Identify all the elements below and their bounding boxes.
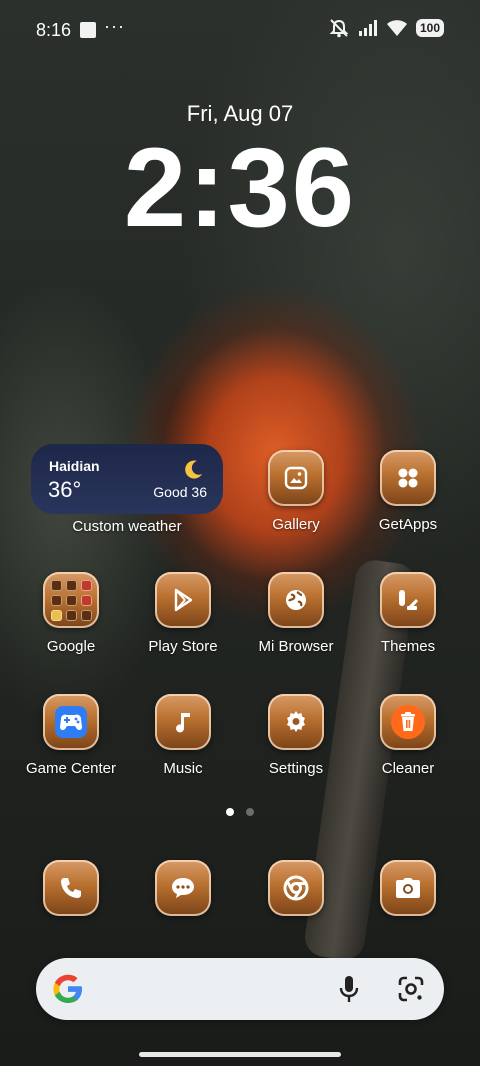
status-bar: 8:16 ··· 100 [0,0,480,60]
dock-phone[interactable] [15,860,127,916]
notification-square-icon [80,22,96,38]
page-dot-active[interactable] [226,808,234,816]
app-mi-browser[interactable]: Mi Browser [240,572,352,655]
app-settings[interactable]: Settings [240,694,352,777]
app-game-center[interactable]: Game Center [15,694,127,777]
lockscreen-clock: 2:36 [123,125,357,250]
gesture-home-bar[interactable] [139,1052,341,1057]
messages-icon [155,860,211,916]
globe-icon [268,572,324,628]
music-note-icon [155,694,211,750]
folder-icon [43,572,99,628]
folder-google[interactable]: Google [15,572,127,655]
chrome-icon [268,860,324,916]
mute-icon [329,19,349,38]
gallery-icon [268,450,324,506]
gear-icon [268,694,324,750]
app-cleaner[interactable]: Cleaner [352,694,464,777]
app-label: Music [163,760,203,777]
page-indicator[interactable] [0,808,480,816]
page-dot[interactable] [246,808,254,816]
weather-air-quality: Good 36 [153,484,207,500]
app-label: Play Store [148,638,218,655]
app-label: Themes [380,638,436,655]
app-label: Game Center [25,760,117,777]
overflow-dots: ··· [104,16,125,36]
app-themes[interactable]: Themes [352,572,464,655]
phone-icon [43,860,99,916]
app-label: GetApps [378,516,438,533]
weather-widget[interactable]: Haidian 36° Good 36 [31,444,223,514]
app-getapps[interactable]: GetApps [352,450,464,533]
google-search-bar[interactable] [36,958,444,1020]
microphone-icon[interactable] [338,974,360,1004]
camera-icon [380,860,436,916]
app-label: Gallery [272,516,320,533]
signal-icon [358,20,377,36]
app-gallery[interactable]: Gallery [240,450,352,533]
dock-camera[interactable] [352,860,464,916]
weather-widget-label: Custom weather [72,518,182,535]
lockscreen-date: Fri, Aug 07 [186,101,294,126]
dock-chrome[interactable] [240,860,352,916]
dock-messages[interactable] [127,860,239,916]
app-label: Mi Browser [258,638,334,655]
app-music[interactable]: Music [127,694,239,777]
trash-icon [380,694,436,750]
getapps-icon [380,450,436,506]
weather-city: Haidian [49,458,100,474]
app-play-store[interactable]: Play Store [127,572,239,655]
wifi-icon [386,20,407,36]
app-label: Settings [268,760,324,777]
app-label: Google [46,638,96,655]
status-time: 8:16 [36,20,72,40]
google-lens-icon[interactable] [396,974,426,1004]
gamepad-icon [43,694,99,750]
battery-icon: 100 [415,19,444,37]
app-label: Cleaner [381,760,435,777]
google-logo-icon [53,974,82,1003]
play-store-icon [155,572,211,628]
weather-temperature: 36° [48,477,82,502]
moon-icon [185,460,202,479]
themes-icon [380,572,436,628]
